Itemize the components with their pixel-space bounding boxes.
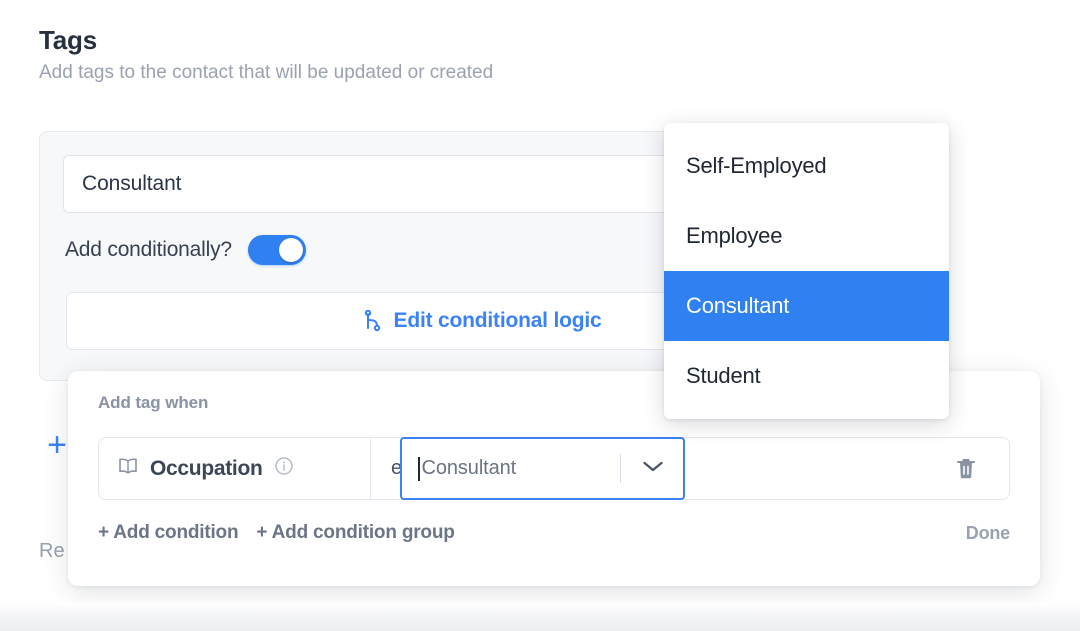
dropdown-option-student[interactable]: Student (664, 341, 949, 411)
value-divider (620, 454, 621, 483)
trash-icon (957, 458, 975, 478)
condition-value-text: Consultant (421, 457, 517, 479)
popup-title: Add tag when (98, 393, 209, 412)
condition-value-input[interactable]: Consultant (400, 437, 685, 500)
chevron-down-icon[interactable] (641, 459, 665, 479)
done-button[interactable]: Done (966, 523, 1010, 544)
dropdown-option-consultant[interactable]: Consultant (664, 271, 949, 341)
add-conditionally-row: Add conditionally? (65, 235, 306, 265)
add-condition-group-button[interactable]: + Add condition group (256, 522, 454, 544)
info-circle-icon[interactable] (274, 456, 294, 481)
section-header: Tags Add tags to the contact that will b… (39, 24, 839, 86)
page-subtitle: Add tags to the contact that will be upd… (39, 62, 494, 83)
page-bottom-edge (0, 603, 1080, 631)
dropdown-option-self-employed[interactable]: Self-Employed (664, 131, 949, 201)
delete-condition-button[interactable] (923, 438, 1009, 499)
add-condition-button[interactable]: + Add condition (98, 522, 239, 544)
toggle-knob (278, 238, 303, 262)
popup-footer: + Add condition + Add condition group Do… (98, 513, 1010, 553)
page-title: Tags (39, 25, 97, 55)
condition-field-select[interactable]: Occupation (99, 438, 371, 499)
dropdown-option-employee[interactable]: Employee (664, 201, 949, 271)
add-conditionally-label: Add conditionally? (65, 238, 232, 261)
remove-label-partial: Re (39, 540, 65, 562)
branch-icon (363, 310, 383, 332)
book-icon (117, 457, 139, 480)
condition-field-label: Occupation (150, 456, 263, 480)
edit-conditional-logic-label: Edit conditional logic (393, 309, 602, 332)
screen-root: Tags Add tags to the contact that will b… (0, 0, 1080, 631)
add-conditionally-toggle[interactable] (247, 235, 306, 265)
value-dropdown-menu: Self-Employed Employee Consultant Studen… (664, 123, 949, 419)
text-cursor (418, 456, 420, 481)
condition-row: Occupation equals (98, 437, 1010, 500)
